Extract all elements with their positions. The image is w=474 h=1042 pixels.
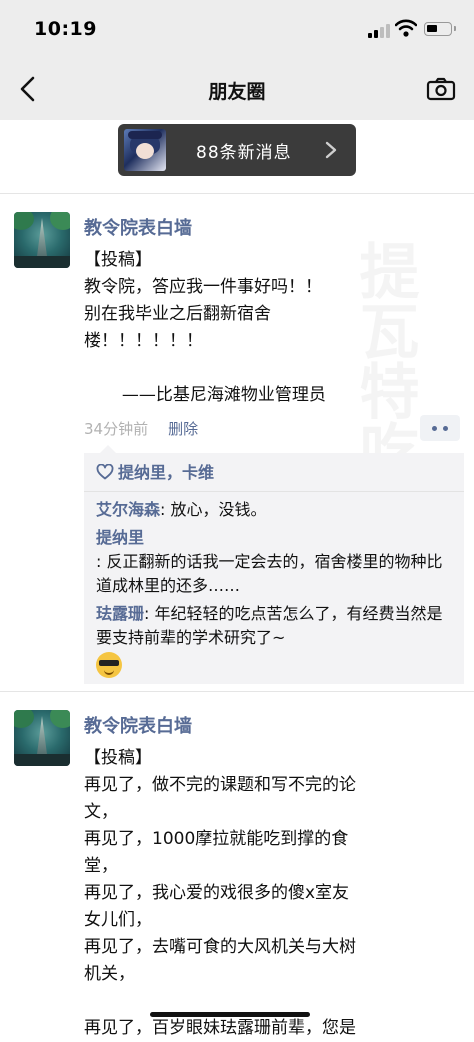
home-indicator: [150, 1012, 310, 1017]
post-time: 34分钟前: [84, 420, 149, 438]
comment-item[interactable]: 提纳里 : 反正翻新的话我一定会去的，宿舍楼里的物种比道成林里的还多……: [84, 524, 464, 600]
camera-icon[interactable]: [426, 77, 456, 101]
chevron-right-icon: [325, 141, 337, 159]
comment-text: : 年纪轻轻的吃点苦怎么了，有经费当然是要支持前辈的学术研究了~: [96, 604, 443, 647]
comment-text: : 反正翻新的话我一定会去的，宿舍楼里的物种比道成林里的还多……: [96, 552, 443, 595]
cellular-signal-icon: [368, 22, 390, 38]
banner-avatar: [124, 129, 166, 171]
new-messages-count: 88条新消息: [196, 143, 292, 163]
avatar[interactable]: [14, 710, 70, 766]
comment-item[interactable]: 艾尔海森: 放心，没钱。: [84, 492, 464, 524]
comment-user[interactable]: 提纳里: [96, 526, 452, 550]
heart-icon: [96, 464, 114, 480]
header-area: 10:19 朋友圈: [0, 0, 474, 120]
cool-face-emoji-icon: [96, 652, 122, 678]
likes-names[interactable]: 提纳里，卡维: [118, 463, 214, 482]
post-author-name[interactable]: 教令院表白墙: [84, 712, 192, 738]
post-meta: 34分钟前 删除: [84, 418, 198, 439]
comment-text: : 放心，没钱。: [160, 500, 267, 519]
divider: [0, 193, 474, 194]
nav-bar: 朋友圈: [0, 60, 474, 118]
wifi-icon: [395, 19, 417, 37]
avatar[interactable]: [14, 212, 70, 268]
status-time: 10:19: [34, 18, 97, 40]
comment-item[interactable]: 珐露珊: 年纪轻轻的吃点苦怎么了，有经费当然是要支持前辈的学术研究了~: [84, 600, 464, 684]
post-text: 【投稿】 再见了，做不完的课题和写不完的论 文， 再见了，1000摩拉就能吃到撑…: [84, 748, 356, 1038]
divider: [0, 691, 474, 692]
status-bar: 10:19: [0, 0, 474, 60]
comments-box: 提纳里，卡维 艾尔海森: 放心，没钱。 提纳里 : 反正翻新的话我一定会去的，宿…: [84, 445, 464, 684]
comment-user[interactable]: 珐露珊: [96, 604, 144, 623]
battery-icon: [424, 22, 456, 36]
delete-link[interactable]: 删除: [168, 420, 198, 438]
post-author-name[interactable]: 教令院表白墙: [84, 214, 192, 240]
page-title: 朋友圈: [208, 81, 266, 103]
new-messages-banner[interactable]: 88条新消息: [118, 124, 356, 176]
post-text: 【投稿】 教令院，答应我一件事好吗！！ 别在我毕业之后翻新宿舍 楼！！！！！！ …: [84, 250, 326, 405]
likes-row: 提纳里，卡维: [84, 453, 464, 492]
more-actions-button[interactable]: [420, 415, 460, 441]
comment-user[interactable]: 艾尔海森: [96, 500, 160, 519]
